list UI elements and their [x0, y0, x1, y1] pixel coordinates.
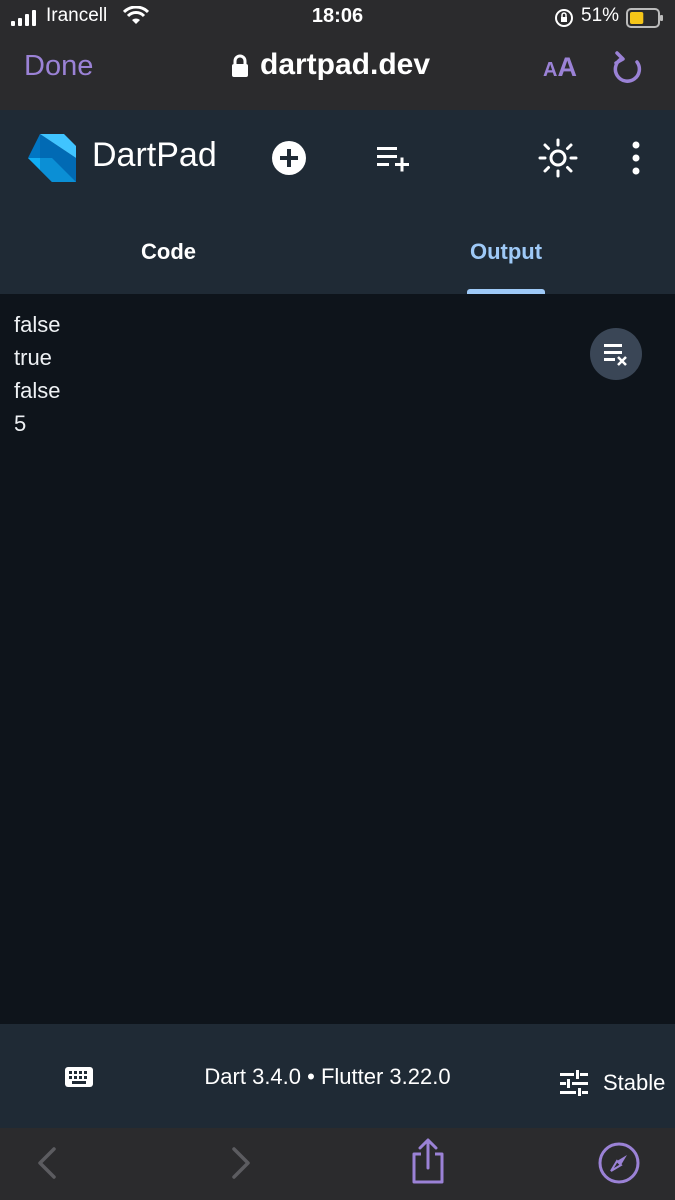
new-pad-button[interactable]	[272, 141, 306, 175]
tab-bar: Code Output	[0, 205, 675, 294]
safari-toolbar	[0, 1128, 675, 1200]
theme-toggle-icon[interactable]	[538, 138, 578, 178]
status-bar: Irancell 18:06 51%	[0, 0, 675, 36]
install-package-icon[interactable]	[376, 144, 412, 172]
share-icon[interactable]	[408, 1138, 448, 1184]
dartpad-footer: Dart 3.4.0 • Flutter 3.22.0 Stable	[0, 1024, 675, 1128]
back-chevron-icon[interactable]	[34, 1146, 60, 1180]
output-line: false	[14, 378, 61, 403]
forward-chevron-icon[interactable]	[228, 1146, 254, 1180]
dart-logo-icon	[28, 134, 76, 182]
rotation-lock-icon	[555, 9, 573, 27]
battery-icon	[626, 8, 663, 28]
text-size-label-big: A	[557, 52, 577, 82]
clear-console-button[interactable]	[590, 328, 642, 380]
more-vert-icon[interactable]	[626, 140, 646, 176]
safari-address-bar: Done dartpad.dev AA	[0, 36, 675, 110]
lock-icon	[232, 54, 248, 77]
clear-all-icon	[604, 344, 627, 366]
battery-percent: 51%	[581, 5, 620, 26]
done-button[interactable]: Done	[24, 50, 93, 83]
compass-icon[interactable]	[598, 1142, 640, 1184]
output-line: false	[14, 312, 61, 337]
app-title: DartPad	[92, 136, 217, 174]
output-line: true	[14, 345, 52, 370]
channel-label[interactable]: Stable	[603, 1070, 675, 1092]
text-size-button[interactable]: AA	[543, 52, 577, 83]
dartpad-header: DartPad	[0, 110, 675, 205]
tab-code[interactable]: Code	[0, 239, 337, 265]
browser-top-chrome: Irancell 18:06 51% Done dartpad.dev AA	[0, 0, 675, 110]
tune-icon[interactable]	[560, 1070, 588, 1096]
output-line: 5	[14, 411, 27, 436]
text-size-label-small: A	[543, 59, 558, 81]
url-text[interactable]: dartpad.dev	[260, 48, 430, 82]
tab-output[interactable]: Output	[337, 239, 675, 265]
reload-icon[interactable]	[611, 50, 645, 86]
output-console: false true false 5	[0, 294, 675, 1024]
